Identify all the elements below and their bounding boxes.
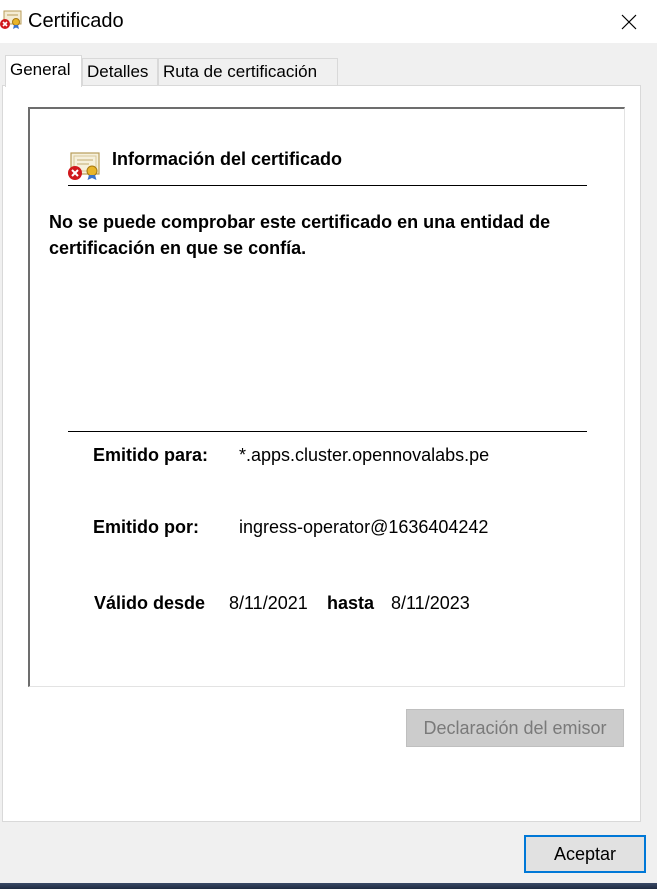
trust-warning: No se puede comprobar este certificado e…	[49, 212, 551, 258]
valid-from-label: Válido desde	[94, 593, 206, 613]
taskbar-edge	[0, 883, 657, 889]
issued-to-value: *.apps.cluster.opennovalabs.pe	[239, 445, 490, 465]
tab-page-general: Información del certificado No se puede …	[2, 85, 641, 822]
valid-from-value: 8/11/2021	[229, 593, 308, 613]
issued-by-value: ingress-operator@1636404242	[239, 517, 489, 537]
title-bar[interactable]: Certificado	[0, 0, 657, 43]
issued-to-label: Emitido para:	[93, 445, 209, 465]
issued-by-label: Emitido por:	[93, 517, 199, 537]
tab-general[interactable]: General	[5, 55, 82, 87]
issuer-statement-button[interactable]: Declaración del emisor	[406, 709, 624, 747]
certificate-dialog: Certificado General Detalles Ruta de cer…	[0, 0, 657, 883]
close-button[interactable]	[601, 0, 657, 43]
divider	[68, 185, 587, 186]
valid-to-value: 8/11/2023	[391, 593, 470, 613]
divider	[68, 431, 587, 432]
close-icon	[621, 14, 637, 29]
info-title: Información del certificado	[112, 149, 343, 169]
valid-to-label: hasta	[327, 593, 375, 613]
tab-strip: General Detalles Ruta de certificación	[0, 55, 657, 87]
tab-certification-path[interactable]: Ruta de certificación	[158, 58, 338, 86]
certificate-error-icon	[0, 8, 22, 32]
certificate-info-panel: Información del certificado No se puede …	[28, 107, 625, 687]
certificate-error-icon	[67, 149, 101, 181]
window-title: Certificado	[28, 10, 124, 32]
accept-button[interactable]: Aceptar	[524, 835, 646, 873]
tab-details[interactable]: Detalles	[82, 58, 158, 86]
